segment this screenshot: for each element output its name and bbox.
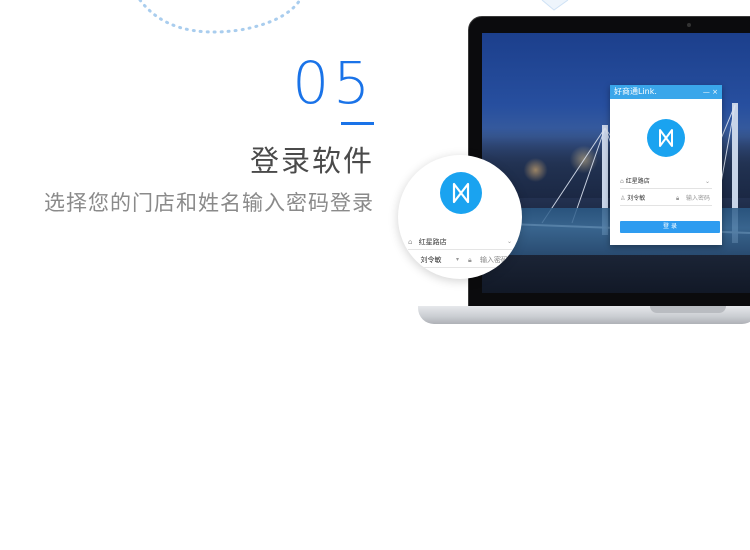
password-input[interactable]: 输入密码 (480, 253, 508, 267)
logo-icon (647, 119, 685, 157)
laptop-notch (650, 306, 726, 313)
magnifier-circle: ⌂ 红星路店 ⌄ ♙ 刘令敏 ▾ 🔒︎ 输入密码 (398, 155, 522, 279)
login-titlebar: 好商通Link. — × (610, 85, 722, 99)
step-number: 05 (292, 49, 374, 117)
store-icon: ⌂ (408, 238, 413, 246)
password-input[interactable]: 输入密码 (686, 193, 710, 205)
laptop-illustration: 好商通Link. — × ⌂ 红星路店 ⌄ ♙ 刘令敏 🔒︎ 输入密码 登 录 (0, 0, 750, 550)
chevron-down-icon: ▾ (456, 256, 460, 263)
shore (482, 255, 750, 293)
step-underline (341, 122, 374, 125)
camera-icon (687, 23, 691, 27)
chevron-down-icon: ⌄ (506, 238, 512, 245)
lock-icon: 🔒︎ (676, 195, 680, 202)
decorative-dotted-arc (138, 0, 302, 34)
login-button[interactable]: 登 录 (620, 221, 720, 233)
user-select[interactable]: 刘令敏 (421, 256, 442, 264)
app-title: 好商通Link. (614, 87, 657, 96)
login-window: 好商通Link. — × ⌂ 红星路店 ⌄ ♙ 刘令敏 🔒︎ 输入密码 登 录 (610, 85, 722, 245)
user-select[interactable]: 刘令敏 (627, 195, 645, 202)
store-select[interactable]: ⌂ 红星路店 ⌄ (408, 235, 522, 250)
user-icon: ♙ (408, 256, 415, 264)
step-title: 登录软件 (249, 144, 374, 178)
decorative-shape (541, 0, 569, 11)
store-select[interactable]: ⌂ 红星路店 ⌄ (620, 176, 712, 189)
credentials-row: ♙ 刘令敏 🔒︎ 输入密码 (620, 193, 712, 206)
step-description: 选择您的门店和姓名输入密码登录 (44, 191, 374, 215)
credentials-row: ♙ 刘令敏 ▾ 🔒︎ 输入密码 (408, 253, 522, 268)
chevron-down-icon: ⌄ (704, 178, 710, 185)
logo-icon (440, 172, 482, 214)
lock-icon: 🔒︎ (468, 256, 472, 264)
store-value: 红星路店 (418, 238, 447, 246)
window-controls[interactable]: — × (703, 85, 718, 99)
store-value: 红星路店 (625, 178, 650, 185)
